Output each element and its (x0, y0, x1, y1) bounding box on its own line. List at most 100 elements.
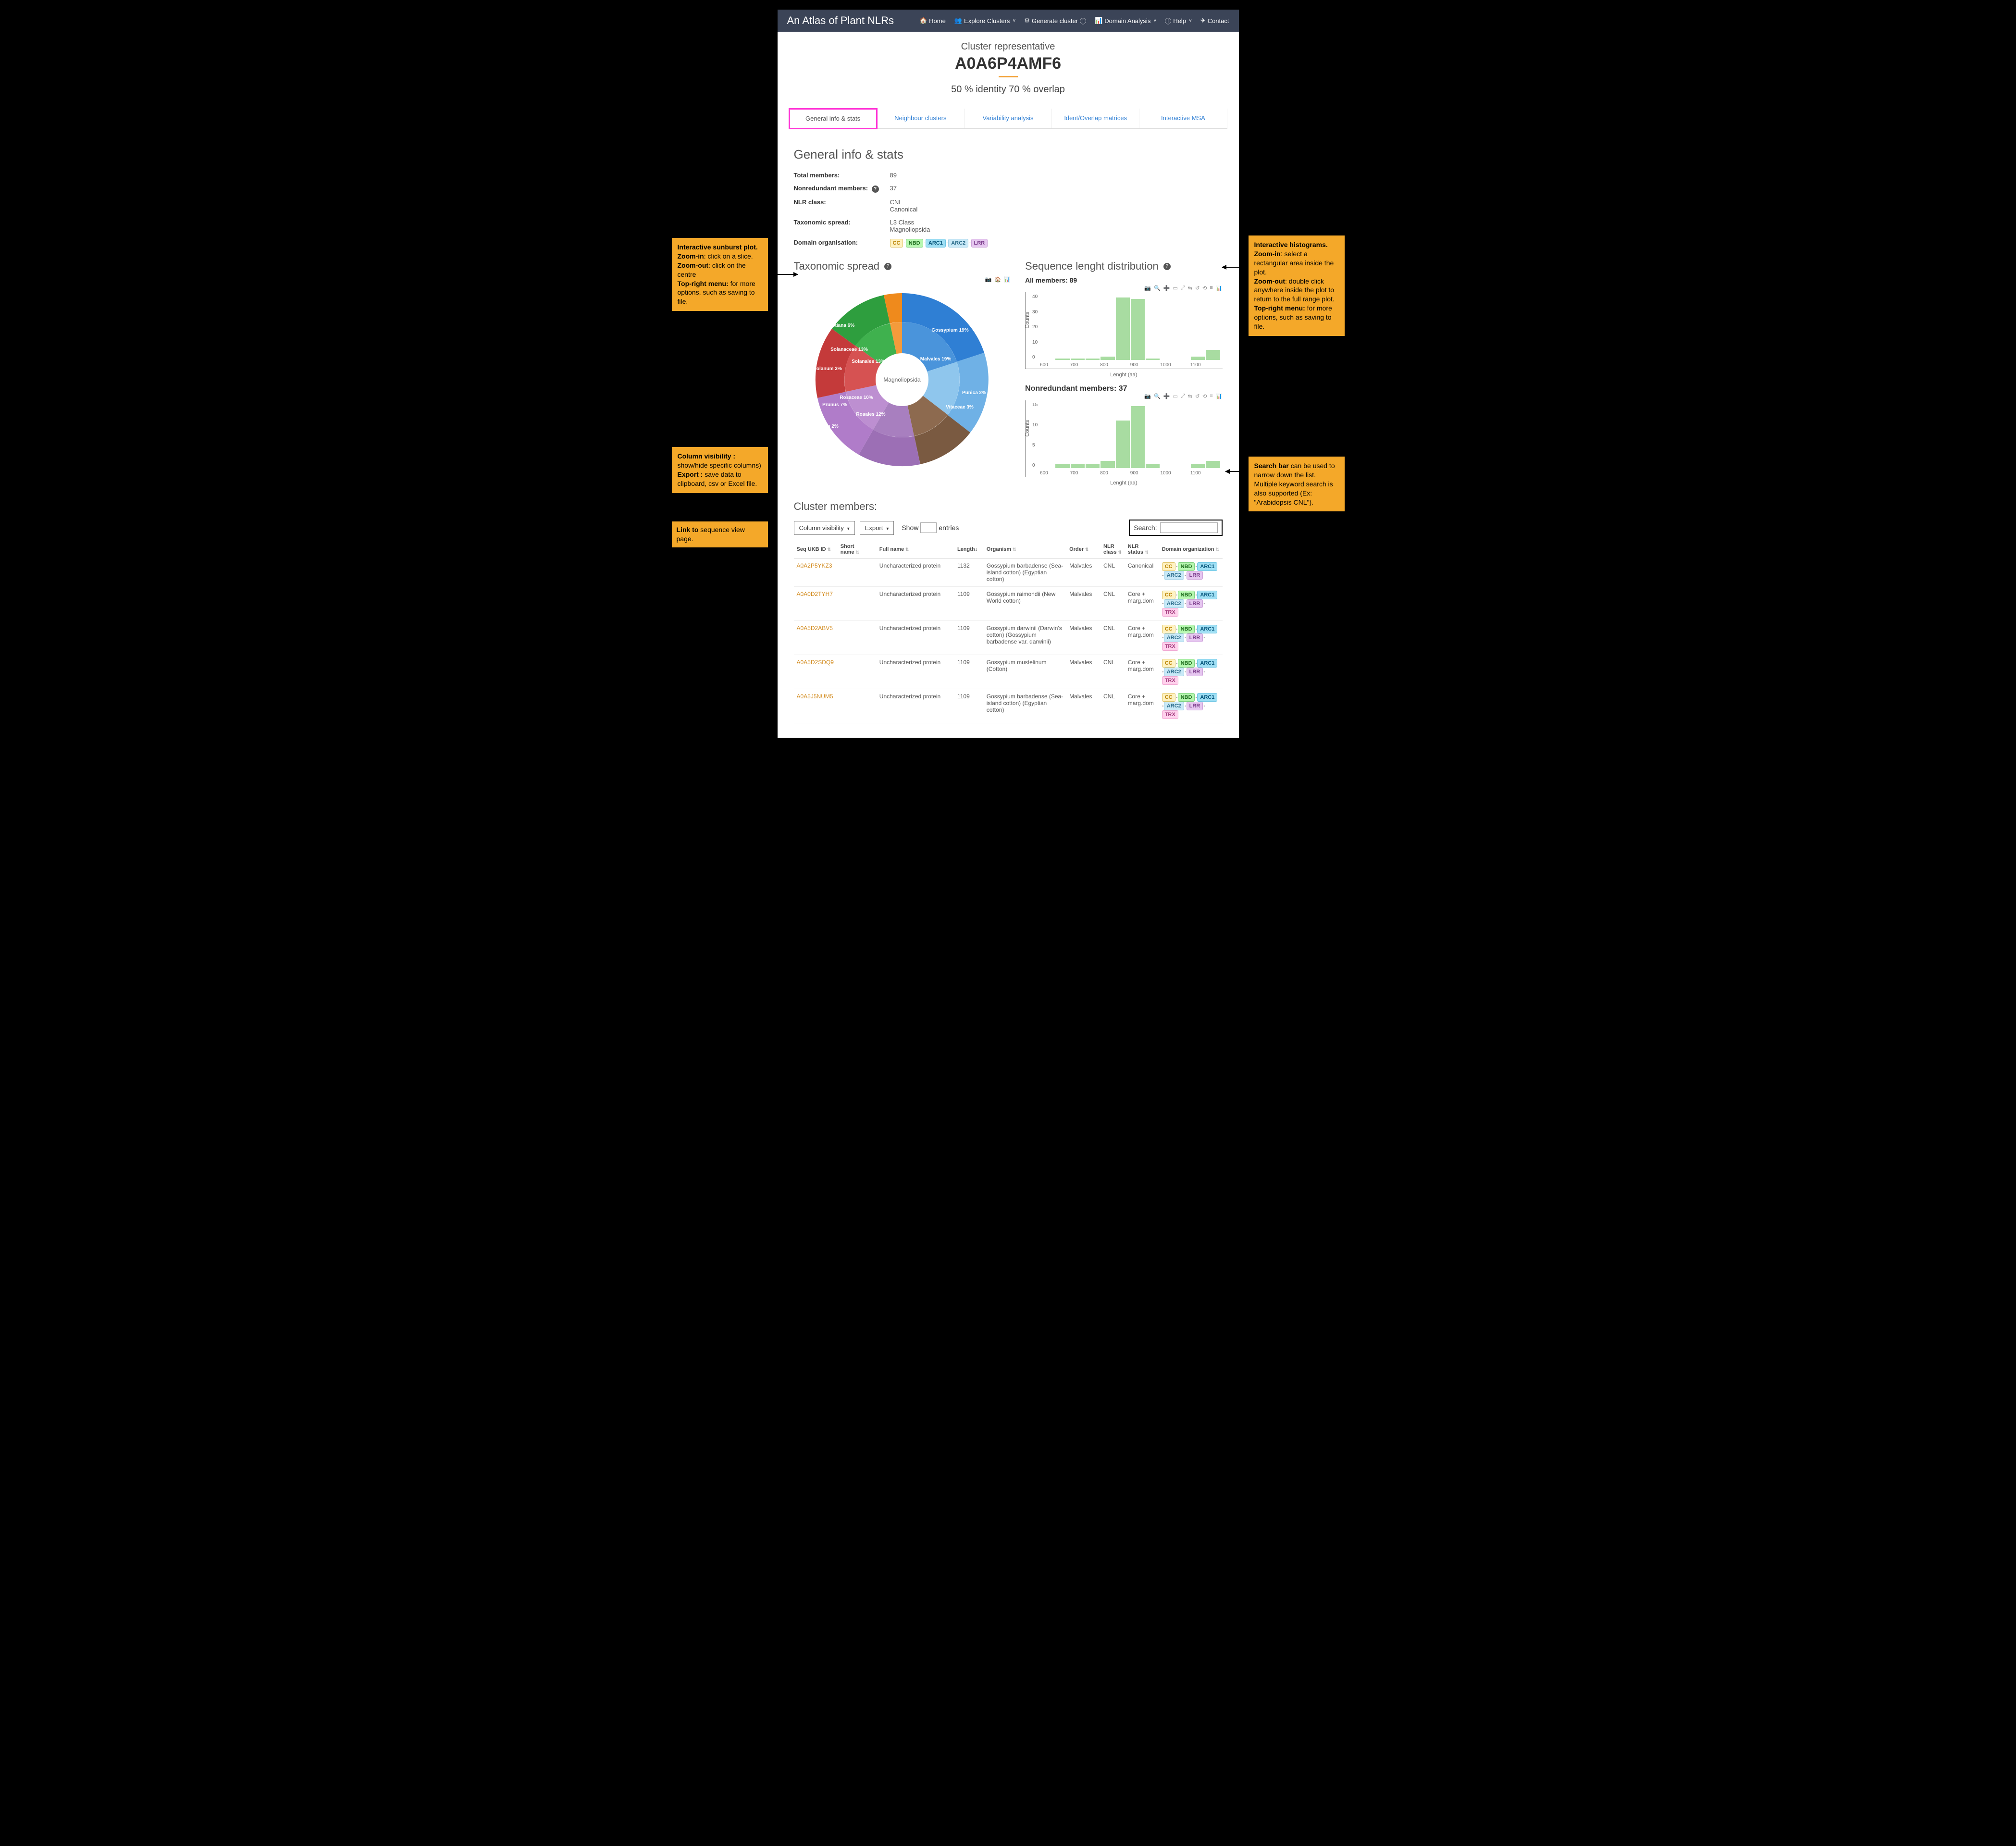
help-icon[interactable]: ? (1163, 263, 1171, 270)
pill-arc2: ARC2 (1164, 633, 1184, 642)
cell-class: CNL (1101, 689, 1125, 723)
home-icon[interactable]: 🏠 (995, 276, 1002, 283)
th-class[interactable]: NLR class (1101, 541, 1125, 558)
nav-domain[interactable]: 📊Domain Analysis (1095, 16, 1156, 25)
tab-general[interactable]: General info & stats (789, 109, 877, 129)
tab-neighbour[interactable]: Neighbour clusters (877, 109, 965, 128)
sequence-link[interactable]: A0A5D2SDQ9 (797, 659, 834, 666)
chart-icon: 📊 (1095, 17, 1102, 25)
cell-domain: CC-NBD-ARC1-ARC2-LRR (1159, 558, 1223, 587)
entries-input[interactable] (920, 522, 937, 533)
nav-help[interactable]: ⓘHelp (1165, 16, 1192, 25)
hist-nr-xticks: 60070080090010001100 (1040, 471, 1220, 476)
sequence-link[interactable]: A0A5J5NUM5 (797, 693, 833, 700)
plotly-icon[interactable]: 📊 (1216, 393, 1223, 399)
help-icon[interactable]: ? (872, 186, 879, 193)
pill-nbd: NBD (1178, 625, 1195, 633)
camera-icon[interactable]: 📷 (1144, 285, 1151, 291)
svg-text:Malvales 19%: Malvales 19% (920, 357, 952, 362)
camera-icon[interactable]: 📷 (985, 276, 992, 283)
autoscale-icon[interactable]: ⟲ (1202, 285, 1207, 291)
section-title-members: Cluster members: (794, 500, 1223, 513)
th-organism[interactable]: Organism (984, 541, 1066, 558)
svg-text:Rosales 12%: Rosales 12% (856, 412, 886, 417)
th-domain[interactable]: Domain organization (1159, 541, 1223, 558)
cell-status: Core + marg.dom (1125, 689, 1159, 723)
callout-sunburst: Interactive sunburst plot. Zoom-in: clic… (672, 238, 768, 311)
sequence-link[interactable]: A0A5D2ABV5 (797, 625, 833, 632)
sunburst-toolbar: 📷 🏠 📊 (794, 276, 1011, 283)
zoomout-icon[interactable]: ↺ (1195, 393, 1200, 399)
plotly-icon[interactable]: 📊 (1216, 285, 1223, 291)
hist-nr-toolbar: 📷 🔍 ➕ ▭ ⤢ ⇆ ↺ ⟲ ≡ 📊 (1025, 393, 1222, 399)
lasso-icon[interactable]: ⤢ (1181, 285, 1185, 291)
zoomin-icon[interactable]: ⇆ (1188, 393, 1192, 399)
camera-icon[interactable]: 📷 (1144, 393, 1151, 399)
hist-all-plot[interactable]: Counts 010203040 60070080090010001100 (1025, 292, 1222, 369)
cell-id: A0A5J5NUM5 (794, 689, 838, 723)
pill-cc: CC (1162, 625, 1175, 633)
help-icon[interactable]: ? (884, 263, 891, 270)
pill-nbd: NBD (1178, 591, 1195, 599)
pan-icon[interactable]: ➕ (1163, 285, 1170, 291)
cell-status: Core + marg.dom (1125, 587, 1159, 621)
autoscale-icon[interactable]: ⟲ (1202, 393, 1207, 399)
reset-icon[interactable]: ≡ (1210, 285, 1212, 291)
cell-full: Uncharacterized protein (877, 689, 954, 723)
box-icon[interactable]: ▭ (1173, 393, 1178, 399)
plotly-icon[interactable]: 📊 (1004, 276, 1011, 283)
th-id[interactable]: Seq UKB ID (794, 541, 838, 558)
pill-lrr: LRR (1187, 599, 1203, 608)
zoom-icon[interactable]: 🔍 (1154, 285, 1161, 291)
hist-nr-plot[interactable]: Counts 051015 60070080090010001100 (1025, 400, 1222, 477)
table-row: A0A0D2TYH7 Uncharacterized protein 1109 … (794, 587, 1223, 621)
tab-matrices[interactable]: Ident/Overlap matrices (1052, 109, 1139, 128)
column-visibility-button[interactable]: Column visibility (794, 521, 855, 535)
zoom-icon[interactable]: 🔍 (1154, 393, 1161, 399)
th-full[interactable]: Full name (877, 541, 954, 558)
pill-cc: CC (1162, 693, 1175, 702)
home-icon: 🏠 (919, 17, 927, 25)
tab-variability[interactable]: Variability analysis (965, 109, 1052, 128)
box-icon[interactable]: ▭ (1173, 285, 1178, 291)
hist-bar (1116, 297, 1130, 360)
tabs: General info & stats Neighbour clusters … (789, 109, 1227, 129)
th-length[interactable]: Length↓ (954, 541, 984, 558)
reset-icon[interactable]: ≡ (1210, 393, 1212, 399)
hist-bar (1086, 464, 1100, 468)
sort-icon (1214, 546, 1219, 552)
cluster-sub-label: Cluster representative (778, 41, 1239, 52)
hist-all-xlabel: Lenght (aa) (1025, 372, 1222, 378)
nav-explore[interactable]: 👥Explore Clusters (954, 16, 1015, 25)
pan-icon[interactable]: ➕ (1163, 393, 1170, 399)
search-label: Search: (1134, 524, 1157, 532)
nav-generate[interactable]: ⚙Generate cluster ⓘ (1024, 16, 1086, 25)
pill-arc1: ARC1 (926, 239, 946, 248)
th-status[interactable]: NLR status (1125, 541, 1159, 558)
nav-home[interactable]: 🏠Home (919, 16, 946, 25)
table-head: Seq UKB ID Short name Full name Length↓ … (794, 541, 1223, 558)
tab-msa[interactable]: Interactive MSA (1139, 109, 1227, 128)
th-short[interactable]: Short name (838, 541, 877, 558)
sort-icon (1084, 546, 1089, 552)
nav-contact[interactable]: ✈Contact (1200, 16, 1229, 25)
sequence-link[interactable]: A0A2P5YKZ3 (797, 562, 832, 569)
lasso-icon[interactable]: ⤢ (1181, 393, 1185, 399)
cell-len: 1109 (954, 587, 984, 621)
sequence-link[interactable]: A0A0D2TYH7 (797, 591, 833, 597)
sunburst-plot[interactable]: Magnoliopsida Gossypium 19% Malvales 19%… (794, 284, 1011, 476)
zoomout-icon[interactable]: ↺ (1195, 285, 1200, 291)
cell-len: 1109 (954, 621, 984, 655)
plane-icon: ✈ (1200, 17, 1206, 25)
search-input[interactable] (1160, 522, 1218, 533)
val-nonredundant: 37 (890, 185, 897, 193)
nav-generate-label: Generate cluster (1032, 17, 1078, 25)
zoomin-icon[interactable]: ⇆ (1188, 285, 1192, 291)
export-button[interactable]: Export (860, 521, 894, 535)
row-nlrclass: NLR class: CNLCanonical (794, 196, 1223, 216)
hist-bar (1071, 464, 1085, 468)
hist-all-ylabel: Counts (1025, 311, 1030, 328)
th-order[interactable]: Order (1066, 541, 1101, 558)
hist-bar (1101, 357, 1114, 360)
arrow-hist (1222, 267, 1249, 268)
